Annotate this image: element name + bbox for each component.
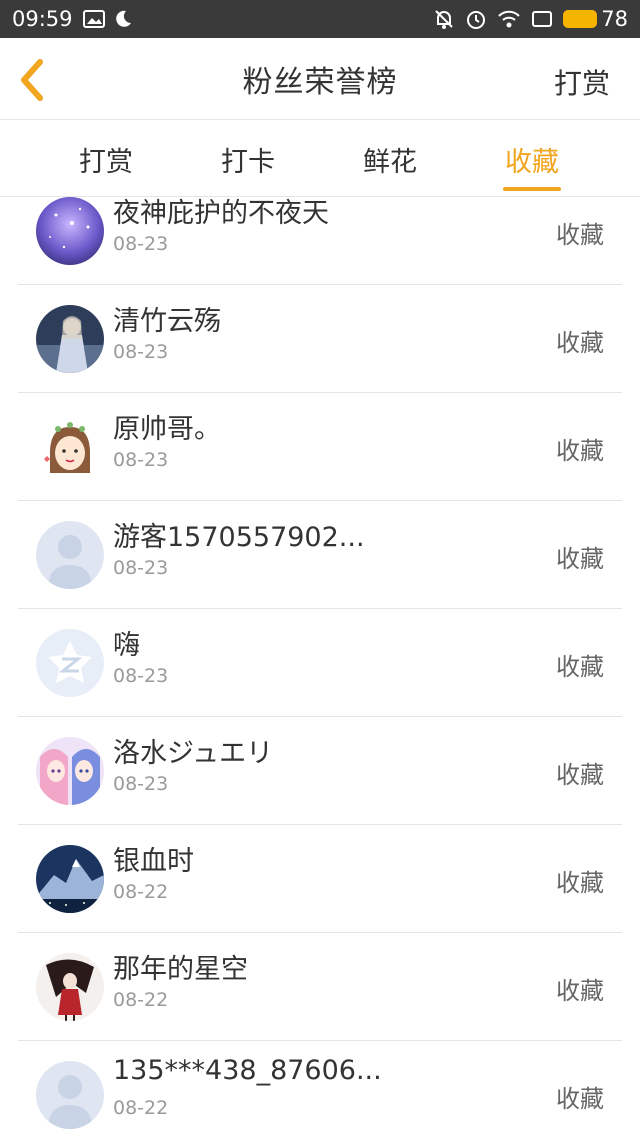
fan-name: 原帅哥。 bbox=[113, 414, 221, 445]
list-item[interactable]: 游客1570557902... 08-23 收藏 bbox=[18, 501, 622, 609]
status-bar: 09:59 78 bbox=[0, 0, 640, 38]
dark-anime-avatar bbox=[36, 953, 104, 1021]
fan-date: 08-23 bbox=[113, 233, 169, 255]
chevron-left-icon[interactable] bbox=[14, 56, 54, 104]
fan-name: 洛水ジュエリ bbox=[113, 738, 274, 769]
fan-date: 08-23 bbox=[113, 665, 169, 687]
fan-name: 夜神庇护的不夜天 bbox=[113, 198, 329, 229]
action-type: 收藏 bbox=[556, 221, 604, 249]
fan-date: 08-22 bbox=[113, 1097, 169, 1119]
fan-list: 夜神庇护的不夜天 08-23 收藏 清竹云殇 08-23 收藏 原帅哥。 08-… bbox=[0, 197, 640, 1138]
fan-name: 清竹云殇 bbox=[113, 306, 221, 337]
anime-girl-night-avatar bbox=[36, 305, 104, 373]
tab-flowers[interactable]: 鲜花 bbox=[344, 121, 436, 197]
fan-date: 08-23 bbox=[113, 449, 169, 471]
anime-twins-avatar bbox=[36, 737, 104, 805]
mountain-night-avatar bbox=[36, 845, 104, 913]
default-user-avatar bbox=[36, 1061, 104, 1129]
moon-icon bbox=[115, 10, 131, 27]
tab-favorites[interactable]: 收藏 bbox=[486, 121, 578, 197]
tab-bar: 打赏 打卡 鲜花 收藏 bbox=[0, 121, 640, 197]
list-item[interactable]: 洛水ジュエリ 08-23 收藏 bbox=[18, 717, 622, 825]
action-type: 收藏 bbox=[556, 653, 604, 681]
fan-date: 08-22 bbox=[113, 881, 169, 903]
fan-date: 08-23 bbox=[113, 557, 169, 579]
default-user-avatar bbox=[36, 521, 104, 589]
list-item[interactable]: 135***438_87606... 08-22 收藏 bbox=[18, 1041, 622, 1138]
battery-icon: 78 bbox=[563, 7, 628, 31]
action-type: 收藏 bbox=[556, 1085, 604, 1113]
alarm-icon bbox=[467, 11, 486, 29]
image-icon bbox=[82, 10, 105, 28]
fan-name: 135***438_87606... bbox=[113, 1055, 382, 1086]
list-item[interactable]: 嗨 08-23 收藏 bbox=[18, 609, 622, 717]
fan-date: 08-22 bbox=[113, 989, 169, 1011]
action-type: 收藏 bbox=[556, 761, 604, 789]
mute-icon bbox=[435, 10, 453, 29]
tab-tip[interactable]: 打赏 bbox=[60, 121, 152, 197]
action-type: 收藏 bbox=[556, 869, 604, 897]
list-item[interactable]: 那年的星空 08-22 收藏 bbox=[18, 933, 622, 1041]
fan-name: 那年的星空 bbox=[113, 954, 248, 985]
list-item[interactable]: 清竹云殇 08-23 收藏 bbox=[18, 285, 622, 393]
starry-sky-avatar bbox=[36, 197, 104, 265]
wifi-icon bbox=[498, 10, 520, 28]
action-type: 收藏 bbox=[556, 329, 604, 357]
fan-date: 08-23 bbox=[113, 773, 169, 795]
list-item[interactable]: 银血时 08-22 收藏 bbox=[18, 825, 622, 933]
action-type: 收藏 bbox=[556, 437, 604, 465]
list-item[interactable]: 原帅哥。 08-23 收藏 bbox=[18, 393, 622, 501]
status-time: 09:59 bbox=[12, 7, 73, 31]
fan-date: 08-23 bbox=[113, 341, 169, 363]
tab-checkin[interactable]: 打卡 bbox=[202, 121, 294, 197]
action-type: 收藏 bbox=[556, 977, 604, 1005]
fan-name: 游客1570557902... bbox=[113, 522, 365, 553]
qzone-default-avatar bbox=[36, 629, 104, 697]
active-tab-indicator bbox=[503, 187, 561, 191]
cartoon-girl-avatar bbox=[36, 413, 104, 481]
page-title: 粉丝荣誉榜 bbox=[242, 64, 398, 100]
fan-name: 嗨 bbox=[113, 630, 140, 661]
fan-name: 银血时 bbox=[113, 846, 194, 877]
screen-icon bbox=[532, 11, 553, 27]
battery-level: 78 bbox=[601, 7, 628, 31]
action-type: 收藏 bbox=[556, 545, 604, 573]
app-header: 粉丝荣誉榜 打赏 bbox=[0, 38, 640, 120]
list-item[interactable]: 夜神庇护的不夜天 08-23 收藏 bbox=[18, 197, 622, 285]
tip-button[interactable]: 打赏 bbox=[554, 62, 610, 102]
